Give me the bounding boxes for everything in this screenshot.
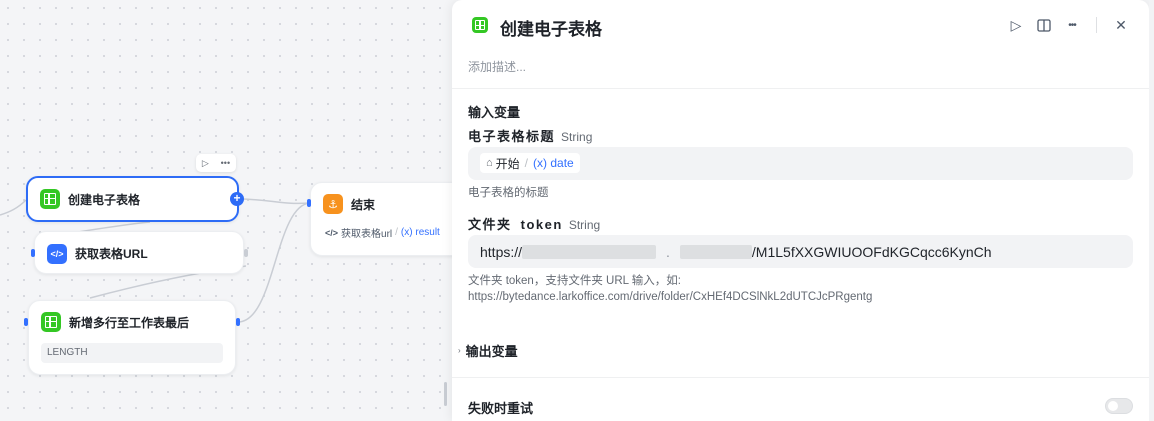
panel-resize-handle[interactable] [444,382,447,406]
add-next-node-button[interactable]: + [230,192,244,206]
retry-label: 失败时重试 [468,401,534,416]
output-port[interactable] [244,249,248,257]
node-title: 获取表格URL [75,247,148,261]
variable-chip[interactable]: ⌂ 开始 / (x) date [480,153,580,173]
description-input[interactable]: 添加描述... [468,58,526,75]
panel-header: 创建电子表格 ▷ ••• ✕ [452,0,1149,52]
end-output-row: </> 获取表格url / (x) result [325,227,440,240]
retry-toggle[interactable] [1105,398,1133,414]
code-icon: </> [325,227,339,238]
node-config-panel: 创建电子表格 ▷ ••• ✕ 添加描述... 输入变量 电子表格标题 String… [452,0,1149,421]
sheet-title-label: 电子表格标题 String [468,129,593,144]
node-append-rows[interactable]: 新增多行至工作表最后 LENGTH [28,300,236,375]
node-title: 结束 [351,197,376,212]
node-title: 创建电子表格 [68,192,141,207]
window-edge [1149,0,1154,421]
spreadsheet-icon [40,189,60,209]
url-suffix: /M1L5fXXGWIUOOFdKGCqcc6KynCh [751,244,992,260]
folder-token-input[interactable]: https:// . /M1L5fXXGWIUOOFdKGCqcc6KynCh [468,235,1133,268]
end-output-label: 获取表格url [341,229,393,240]
type-tag: String [568,218,601,232]
end-output-var: (x) result [400,227,440,238]
more-icon[interactable]: ••• [1064,16,1080,34]
spreadsheet-icon [41,312,61,332]
chevron-right-icon: › [458,346,461,355]
divider [1096,17,1097,33]
outputs-section-title: 输出变量 [465,344,518,359]
code-icon: </> [47,243,67,264]
input-port[interactable] [24,318,28,326]
output-port[interactable] [236,318,240,326]
end-flag-icon: ⚓ [323,194,343,214]
divider [452,377,1149,378]
type-tag: String [561,130,593,144]
chip-variable: (x) date [533,156,574,170]
input-port[interactable] [307,199,311,207]
run-node-icon[interactable]: ▷ [202,158,209,169]
sheet-title-hint: 电子表格的标题 [468,187,549,199]
url-prefix: https:// [480,244,523,260]
outputs-section-toggle[interactable]: › 输出变量 [458,341,518,360]
folder-token-label: 文件夹 token String [468,217,601,232]
chip-source: 开始 [495,156,520,171]
redacted-text [679,245,752,259]
home-icon: ⌂ [486,157,493,169]
inputs-section-title: 输入变量 [468,105,521,120]
workflow-canvas[interactable]: ▷ ••• 创建电子表格 + </> 获取表格URL 新增多行至工作表最后 LE… [0,0,460,421]
node-mini-toolbar: ▷ ••• [196,154,236,172]
input-port[interactable] [31,249,35,257]
node-title: 新增多行至工作表最后 [69,315,190,330]
node-create-sheet[interactable]: 创建电子表格 [26,176,239,222]
redacted-text [522,245,657,259]
panel-actions: ▷ ••• ✕ [1008,16,1129,34]
close-icon[interactable]: ✕ [1113,16,1129,34]
divider [452,88,1149,89]
folder-token-hint: 文件夹 token，支持文件夹 URL 输入，如: https://byteda… [468,275,873,303]
node-get-url[interactable]: </> 获取表格URL [34,231,244,274]
run-icon[interactable]: ▷ [1008,16,1024,34]
book-icon[interactable] [1036,16,1052,34]
spreadsheet-icon [472,17,488,33]
panel-title[interactable]: 创建电子表格 [500,15,602,40]
node-end[interactable]: ⚓ 结束 </> 获取表格url / (x) result [310,182,460,256]
more-node-icon[interactable]: ••• [221,158,230,168]
sheet-title-input[interactable]: ⌂ 开始 / (x) date [468,147,1133,180]
node-param: LENGTH [41,343,223,363]
